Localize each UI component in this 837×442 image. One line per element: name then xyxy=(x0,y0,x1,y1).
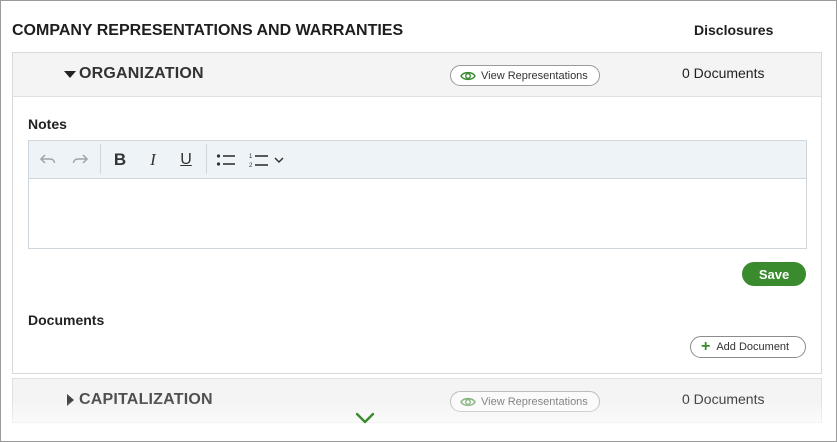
bold-icon[interactable]: B xyxy=(109,150,131,170)
page-title: COMPANY REPRESENTATIONS AND WARRANTIES xyxy=(12,22,404,39)
caret-down-icon[interactable] xyxy=(64,71,76,78)
redo-icon[interactable] xyxy=(69,150,91,170)
section-title[interactable]: ORGANIZATION xyxy=(79,65,204,83)
app-frame: COMPANY REPRESENTATIONS AND WARRANTIES D… xyxy=(0,0,837,442)
disclosures-column-header: Disclosures xyxy=(694,22,774,38)
toolbar-divider xyxy=(206,144,207,174)
svg-text:2: 2 xyxy=(249,163,253,168)
toolbar-divider xyxy=(100,144,101,174)
document-count: 0 Documents xyxy=(682,391,765,407)
save-button[interactable]: Save xyxy=(742,262,806,286)
svg-text:1: 1 xyxy=(249,154,253,160)
add-document-button[interactable]: + Add Document xyxy=(690,336,806,358)
view-representations-button[interactable]: View Representations xyxy=(450,65,600,86)
caret-right-icon[interactable] xyxy=(67,394,74,406)
notes-input[interactable] xyxy=(29,179,806,249)
view-representations-button[interactable]: View Representations xyxy=(450,391,600,412)
eye-icon xyxy=(460,397,476,406)
section-header[interactable]: ORGANIZATION View Representations 0 Docu… xyxy=(13,53,821,97)
editor-toolbar: B I U 12 xyxy=(29,141,806,179)
italic-icon[interactable]: I xyxy=(142,150,164,170)
view-representations-label: View Representations xyxy=(481,395,588,408)
bullet-list-icon[interactable] xyxy=(215,150,237,170)
documents-label: Documents xyxy=(28,312,105,328)
numbered-list-icon[interactable]: 12 xyxy=(248,150,270,170)
add-document-label: Add Document xyxy=(716,341,790,353)
section-title[interactable]: CAPITALIZATION xyxy=(79,391,213,409)
notes-label: Notes xyxy=(28,116,67,132)
underline-icon[interactable]: U xyxy=(175,150,197,170)
chevron-down-icon[interactable] xyxy=(272,150,286,170)
section-capitalization[interactable]: CAPITALIZATION View Representations 0 Do… xyxy=(12,378,822,423)
chevron-down-icon[interactable] xyxy=(355,411,375,425)
undo-icon[interactable] xyxy=(37,150,59,170)
section-organization: ORGANIZATION View Representations 0 Docu… xyxy=(12,52,822,374)
eye-icon xyxy=(460,71,476,80)
notes-editor: B I U 12 xyxy=(28,140,807,249)
plus-icon: + xyxy=(701,338,711,355)
document-count: 0 Documents xyxy=(682,65,765,81)
view-representations-label: View Representations xyxy=(481,69,588,82)
